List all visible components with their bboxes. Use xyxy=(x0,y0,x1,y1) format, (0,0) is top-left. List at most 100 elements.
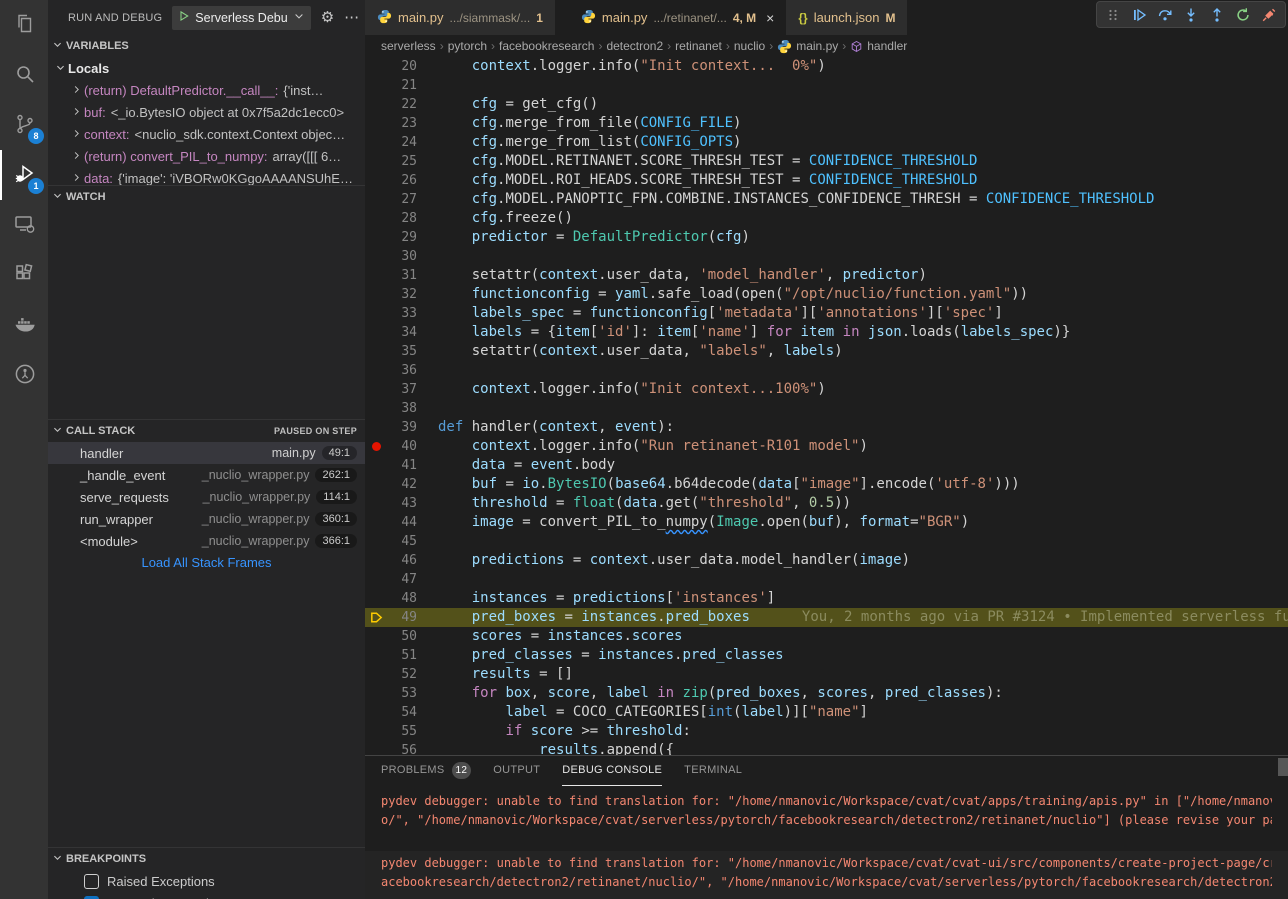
code-line[interactable]: 42 buf = io.BytesIO(base64.b64decode(dat… xyxy=(365,475,1288,494)
activity-item-remote-explorer[interactable] xyxy=(0,200,48,250)
activity-item-source-control[interactable]: 8 xyxy=(0,100,48,150)
breadcrumb-item-main.py[interactable]: main.py xyxy=(777,39,838,54)
breakpoint-row[interactable]: ✓Uncaught Exceptions xyxy=(48,892,365,899)
breakpoints-section-header[interactable]: BREAKPOINTS xyxy=(48,848,365,870)
code-line[interactable]: 30 xyxy=(365,247,1288,266)
tab-main.py[interactable]: main.py.../retinanet/...4, M× xyxy=(555,0,786,35)
code-line[interactable]: 49 pred_boxes = instances.pred_boxesYou,… xyxy=(365,608,1288,627)
gutter-glyph[interactable] xyxy=(365,494,387,513)
gutter-glyph[interactable] xyxy=(365,57,387,76)
code-line[interactable]: 52 results = [] xyxy=(365,665,1288,684)
code-line[interactable]: 34 labels = {item['id']: item['name'] fo… xyxy=(365,323,1288,342)
line-number[interactable]: 50 xyxy=(387,627,417,646)
line-number[interactable]: 22 xyxy=(387,95,417,114)
code-line[interactable]: 51 pred_classes = instances.pred_classes xyxy=(365,646,1288,665)
gutter-glyph[interactable] xyxy=(365,171,387,190)
start-debug-icon[interactable] xyxy=(178,10,190,25)
gutter-glyph[interactable] xyxy=(365,76,387,95)
line-number[interactable]: 20 xyxy=(387,57,417,76)
activity-item-search[interactable] xyxy=(0,50,48,100)
code-line[interactable]: 35 setattr(context.user_data, "labels", … xyxy=(365,342,1288,361)
step-over-icon[interactable] xyxy=(1153,3,1177,27)
gutter-glyph[interactable] xyxy=(365,114,387,133)
variable-row[interactable]: (return) DefaultPredictor.__call__:{'ins… xyxy=(48,79,365,101)
gutter-glyph[interactable] xyxy=(365,532,387,551)
activity-item-git-graph[interactable] xyxy=(0,350,48,400)
line-number[interactable]: 39 xyxy=(387,418,417,437)
line-number[interactable]: 38 xyxy=(387,399,417,418)
close-icon[interactable]: × xyxy=(766,10,774,26)
continue-icon[interactable] xyxy=(1127,3,1151,27)
gutter-glyph[interactable] xyxy=(365,228,387,247)
gutter-glyph[interactable] xyxy=(365,209,387,228)
gear-icon[interactable]: ⚙ xyxy=(321,10,334,25)
code-line[interactable]: 27 cfg.MODEL.PANOPTIC_FPN.COMBINE.INSTAN… xyxy=(365,190,1288,209)
line-number[interactable]: 26 xyxy=(387,171,417,190)
line-number[interactable]: 35 xyxy=(387,342,417,361)
line-number[interactable]: 56 xyxy=(387,741,417,755)
gutter-glyph[interactable] xyxy=(365,323,387,342)
breakpoint-icon[interactable] xyxy=(365,437,387,456)
line-number[interactable]: 21 xyxy=(387,76,417,95)
gutter-glyph[interactable] xyxy=(365,285,387,304)
code-line[interactable]: 22 cfg = get_cfg() xyxy=(365,95,1288,114)
line-number[interactable]: 30 xyxy=(387,247,417,266)
gutter-glyph[interactable] xyxy=(365,380,387,399)
gutter-glyph[interactable] xyxy=(365,95,387,114)
call-stack-frame[interactable]: run_wrapper_nuclio_wrapper.py360:1 xyxy=(48,508,365,530)
line-number[interactable]: 53 xyxy=(387,684,417,703)
line-number[interactable]: 29 xyxy=(387,228,417,247)
line-number[interactable]: 24 xyxy=(387,133,417,152)
gutter-glyph[interactable] xyxy=(365,741,387,755)
activity-item-docker[interactable] xyxy=(0,300,48,350)
code-line[interactable]: 29 predictor = DefaultPredictor(cfg) xyxy=(365,228,1288,247)
code-line[interactable]: 37 context.logger.info("Init context...1… xyxy=(365,380,1288,399)
gutter-glyph[interactable] xyxy=(365,456,387,475)
gutter-glyph[interactable] xyxy=(365,133,387,152)
breadcrumb-item-retinanet[interactable]: retinanet xyxy=(675,39,722,53)
line-number[interactable]: 34 xyxy=(387,323,417,342)
watch-section-header[interactable]: WATCH xyxy=(48,186,365,208)
code-line[interactable]: 50 scores = instances.scores xyxy=(365,627,1288,646)
activity-item-run-and-debug[interactable]: 1 xyxy=(0,150,48,200)
code-line[interactable]: 33 labels_spec = functionconfig['metadat… xyxy=(365,304,1288,323)
tab-launch.json[interactable]: {}launch.jsonM xyxy=(786,0,907,35)
gutter-glyph[interactable] xyxy=(365,684,387,703)
variables-scope[interactable]: Locals xyxy=(48,57,365,79)
code-line[interactable]: 41 data = event.body xyxy=(365,456,1288,475)
breadcrumb-item-detectron2[interactable]: detectron2 xyxy=(606,39,663,53)
gutter-glyph[interactable] xyxy=(365,665,387,684)
step-out-icon[interactable] xyxy=(1205,3,1229,27)
current-line-arrow-icon[interactable] xyxy=(365,608,387,627)
code-line[interactable]: 39def handler(context, event): xyxy=(365,418,1288,437)
step-into-icon[interactable] xyxy=(1179,3,1203,27)
code-line[interactable]: 24 cfg.merge_from_list(CONFIG_OPTS) xyxy=(365,133,1288,152)
code-line[interactable]: 28 cfg.freeze() xyxy=(365,209,1288,228)
breadcrumb-item-handler[interactable]: handler xyxy=(850,39,907,53)
code-line[interactable]: 47 xyxy=(365,570,1288,589)
call-stack-frame[interactable]: handlermain.py49:1 xyxy=(48,442,365,464)
breadcrumb-item-serverless[interactable]: serverless xyxy=(381,39,436,53)
gutter-glyph[interactable] xyxy=(365,475,387,494)
line-number[interactable]: 25 xyxy=(387,152,417,171)
gutter-glyph[interactable] xyxy=(365,399,387,418)
gutter-glyph[interactable] xyxy=(365,722,387,741)
gutter-glyph[interactable] xyxy=(365,627,387,646)
gutter-glyph[interactable] xyxy=(365,342,387,361)
line-number[interactable]: 23 xyxy=(387,114,417,133)
line-number[interactable]: 41 xyxy=(387,456,417,475)
gutter-glyph[interactable] xyxy=(365,418,387,437)
variable-row[interactable]: (return) convert_PIL_to_numpy:array([[[ … xyxy=(48,145,365,167)
breakpoint-checkbox[interactable] xyxy=(84,874,99,889)
restart-icon[interactable] xyxy=(1231,3,1255,27)
line-number[interactable]: 52 xyxy=(387,665,417,684)
line-number[interactable]: 54 xyxy=(387,703,417,722)
code-line[interactable]: 36 xyxy=(365,361,1288,380)
variable-row[interactable]: buf:<_io.BytesIO object at 0x7f5a2dc1ecc… xyxy=(48,101,365,123)
line-number[interactable]: 44 xyxy=(387,513,417,532)
gutter-glyph[interactable] xyxy=(365,551,387,570)
code-line[interactable]: 48 instances = predictions['instances'] xyxy=(365,589,1288,608)
panel-tab-debug-console[interactable]: DEBUG CONSOLE xyxy=(562,756,662,786)
panel-tab-problems[interactable]: PROBLEMS12 xyxy=(381,756,471,786)
code-editor[interactable]: 20 context.logger.info("Init context... … xyxy=(365,57,1288,755)
